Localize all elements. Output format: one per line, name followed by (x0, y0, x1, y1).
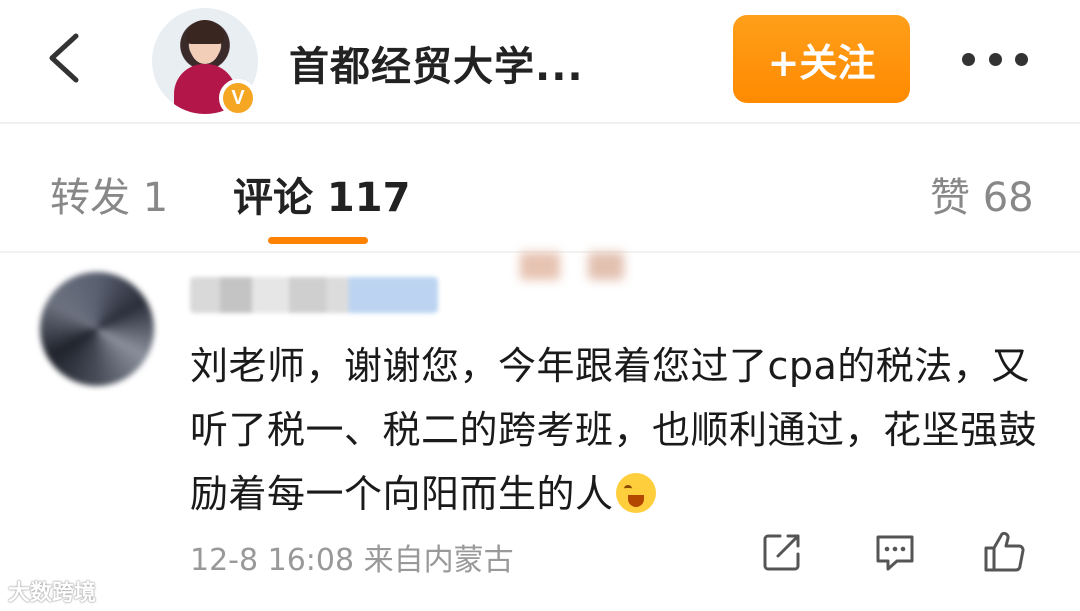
commenter-name-blurred[interactable] (190, 277, 438, 313)
blurred-area (588, 252, 624, 280)
header-divider (0, 122, 1080, 124)
comment-text: 刘老师，谢谢您，今年跟着您过了cpa的税法，又听了税一、税二的跨考班，也顺利通过… (190, 334, 1050, 526)
verified-badge: V (219, 79, 257, 117)
comment-meta: 12-8 16:08 来自内蒙古 (190, 543, 514, 578)
active-tab-indicator (268, 237, 368, 244)
tab-repost[interactable]: 转发 1 (50, 165, 168, 223)
tab-comments[interactable]: 评论 117 (233, 165, 410, 223)
blurred-area (520, 252, 560, 280)
account-name[interactable]: 首都经贸大学... (289, 34, 584, 92)
comment-body: 刘老师，谢谢您，今年跟着您过了cpa的税法，又听了税一、税二的跨考班，也顺利通过… (190, 344, 1038, 516)
commenter-avatar[interactable] (40, 272, 154, 386)
back-icon[interactable] (40, 28, 90, 88)
emoji-icon (615, 473, 656, 513)
tab-likes[interactable]: 赞 68 (930, 165, 1034, 223)
follow-button[interactable]: +关注 (733, 15, 910, 103)
like-icon[interactable] (982, 530, 1026, 574)
top-bar: V 首都经贸大学... +关注 (0, 0, 1080, 122)
watermark: 大数跨境 (8, 581, 97, 606)
more-icon[interactable] (962, 44, 1028, 74)
comment-icon[interactable] (873, 530, 917, 574)
share-icon[interactable] (760, 530, 804, 574)
